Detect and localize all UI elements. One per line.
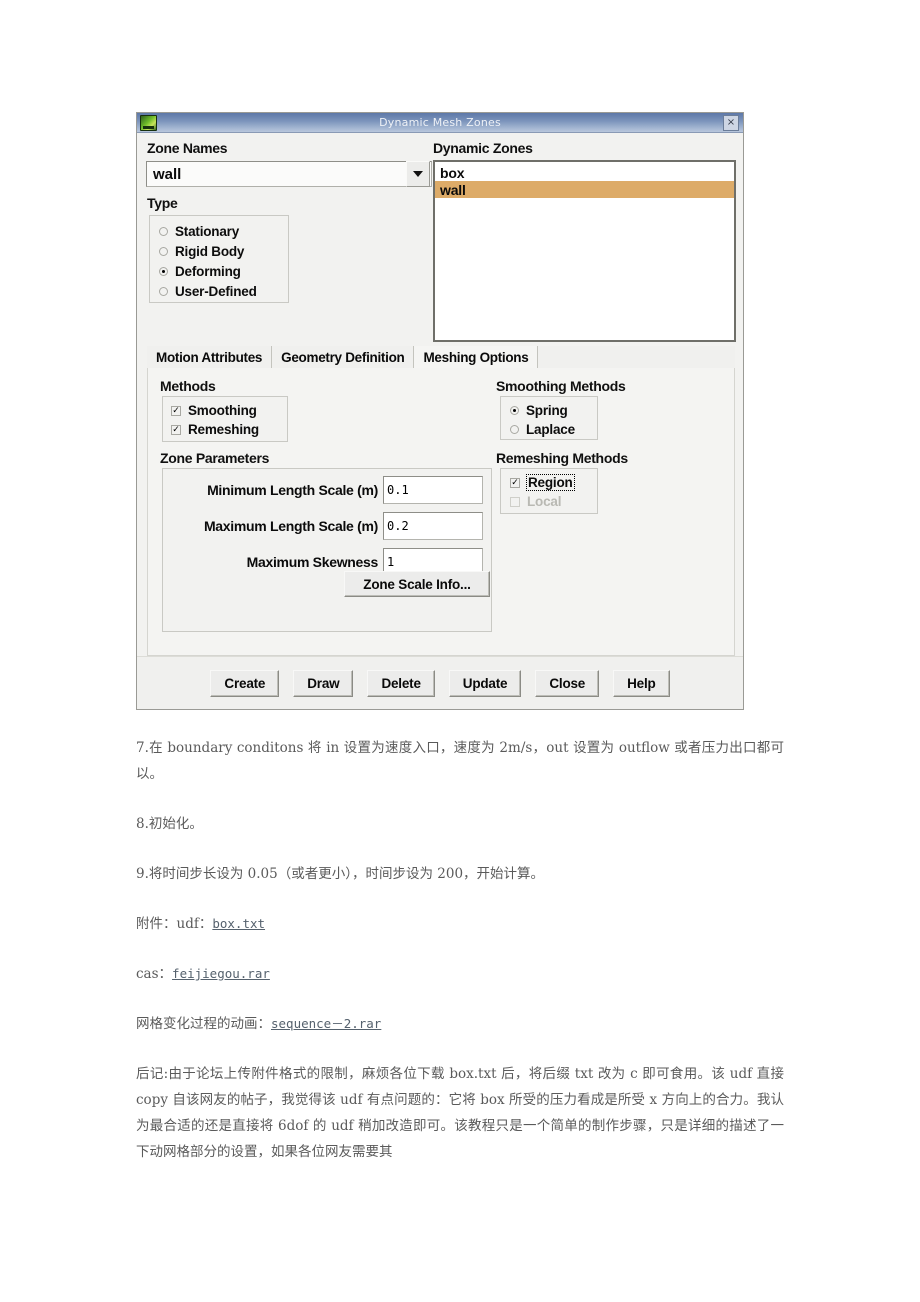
type-option-deforming[interactable]: Deforming (159, 263, 288, 280)
remeshing-option-label: Region (526, 474, 575, 491)
remeshing-option-local: Local (510, 493, 597, 510)
type-option-rigid-body[interactable]: Rigid Body (159, 243, 288, 260)
paragraph-step9: 9.将时间步长设为 0.05（或者更小），时间步设为 200，开始计算。 (136, 866, 545, 882)
meshing-options-panel: Methods ✓ Smoothing ✓ Remeshing Zone Par… (147, 368, 735, 656)
minimum-length-scale-input[interactable]: 0.1 (383, 476, 483, 504)
paragraph-step7: 7.在 boundary conditons 将 in 设置为速度入口，速度为 … (136, 740, 784, 782)
smoothing-option-spring[interactable]: Spring (510, 402, 597, 419)
link-feijiegou-rar[interactable]: feijiegou.rar (172, 966, 270, 981)
type-option-label: Deforming (175, 264, 241, 279)
zone-names-dropdown[interactable]: wall (146, 161, 432, 187)
delete-button[interactable]: Delete (367, 669, 435, 697)
paragraph-attachment: 附件：udf：box.txt (136, 911, 784, 937)
maximum-length-scale-label: Maximum Length Scale (m) (203, 518, 378, 534)
dialog-titlebar[interactable]: Dynamic Mesh Zones × (137, 113, 743, 133)
close-icon[interactable]: × (723, 114, 739, 131)
zone-names-label: Zone Names (147, 140, 228, 156)
type-radio-group: Stationary Rigid Body Deforming User-Def… (149, 215, 289, 303)
tab-motion-attributes[interactable]: Motion Attributes (147, 346, 273, 369)
methods-option-label: Smoothing (188, 403, 257, 418)
dynamic-zones-list[interactable]: box wall (433, 160, 736, 342)
dialog-title: Dynamic Mesh Zones (379, 116, 501, 129)
list-item-selected[interactable]: wall (435, 181, 734, 198)
type-option-label: Rigid Body (175, 244, 245, 259)
update-button[interactable]: Update (448, 669, 522, 697)
cas-label: cas： (136, 966, 173, 982)
paragraph-postscript: 后记:由于论坛上传附件格式的限制，麻烦各位下载 box.txt 后，将后缀 tx… (136, 1066, 784, 1160)
methods-option-remeshing[interactable]: ✓ Remeshing (171, 421, 287, 438)
remeshing-methods-label: Remeshing Methods (496, 450, 628, 466)
link-box-txt[interactable]: box.txt (212, 916, 265, 931)
link-sequence-2-rar[interactable]: sequence－2.rar (271, 1016, 381, 1031)
remeshing-option-region[interactable]: ✓ Region (510, 474, 597, 491)
checkbox-icon-disabled (510, 496, 520, 507)
tab-meshing-options[interactable]: Meshing Options (414, 346, 539, 369)
type-option-stationary[interactable]: Stationary (159, 223, 288, 240)
list-item[interactable]: box (435, 164, 734, 181)
type-option-label: User-Defined (175, 284, 257, 299)
draw-button[interactable]: Draw (293, 669, 354, 697)
article-body: 7.在 boundary conditons 将 in 设置为速度入口，速度为 … (136, 735, 784, 1189)
paragraph-animation: 网格变化过程的动画：sequence－2.rar (136, 1011, 784, 1037)
tabstrip-filler (538, 346, 735, 369)
paragraph-cas: cas：feijiegou.rar (136, 961, 784, 987)
minimum-length-scale-label: Minimum Length Scale (m) (207, 482, 378, 498)
paragraph-step8: 8.初始化。 (136, 816, 203, 832)
attachment-label: 附件：udf： (136, 916, 213, 932)
methods-checkbox-group: ✓ Smoothing ✓ Remeshing (162, 396, 288, 442)
methods-label: Methods (160, 378, 216, 394)
radio-icon-selected (510, 406, 519, 415)
remeshing-option-label: Local (527, 494, 562, 509)
smoothing-option-label: Laplace (526, 422, 575, 437)
smoothing-option-label: Spring (526, 403, 568, 418)
remeshing-methods-checkbox-group: ✓ Region Local (500, 468, 598, 514)
radio-icon-selected (159, 267, 168, 276)
smoothing-methods-label: Smoothing Methods (496, 378, 626, 394)
maximum-skewness-label: Maximum Skewness (246, 554, 379, 570)
smoothing-methods-radio-group: Spring Laplace (500, 396, 598, 440)
close-button[interactable]: Close (535, 669, 600, 697)
checkbox-icon-checked: ✓ (171, 424, 181, 435)
maximum-length-scale-input[interactable]: 0.2 (383, 512, 483, 540)
maximum-length-scale-row: Maximum Length Scale (m) 0.2 (163, 511, 491, 541)
methods-option-label: Remeshing (188, 422, 259, 437)
create-button[interactable]: Create (210, 669, 280, 697)
radio-icon (159, 287, 168, 296)
radio-icon (159, 227, 168, 236)
checkbox-icon-checked: ✓ (510, 477, 520, 488)
checkbox-icon-checked: ✓ (171, 405, 181, 416)
dialog-button-bar: Create Draw Delete Update Close Help (137, 656, 743, 709)
help-button[interactable]: Help (613, 669, 670, 697)
zone-names-value: wall (153, 165, 182, 183)
methods-option-smoothing[interactable]: ✓ Smoothing (171, 402, 287, 419)
radio-icon (159, 247, 168, 256)
zone-parameters-label: Zone Parameters (160, 450, 270, 466)
tab-geometry-definition[interactable]: Geometry Definition (272, 346, 415, 369)
smoothing-option-laplace[interactable]: Laplace (510, 421, 597, 438)
type-option-label: Stationary (175, 224, 240, 239)
minimum-length-scale-row: Minimum Length Scale (m) 0.1 (163, 475, 491, 505)
zone-scale-info-button[interactable]: Zone Scale Info... (344, 571, 490, 597)
dynamic-mesh-zones-dialog: Dynamic Mesh Zones × Zone Names wall Typ… (136, 112, 744, 710)
zone-parameters-group: Minimum Length Scale (m) 0.1 Maximum Len… (162, 468, 492, 632)
radio-icon (510, 425, 519, 434)
dynamic-zones-label: Dynamic Zones (433, 140, 533, 156)
animation-label: 网格变化过程的动画： (136, 1016, 271, 1032)
chevron-down-icon[interactable] (406, 161, 430, 187)
type-label: Type (147, 195, 178, 211)
tabstrip: Motion Attributes Geometry Definition Me… (147, 345, 735, 370)
type-option-user-defined[interactable]: User-Defined (159, 283, 288, 300)
